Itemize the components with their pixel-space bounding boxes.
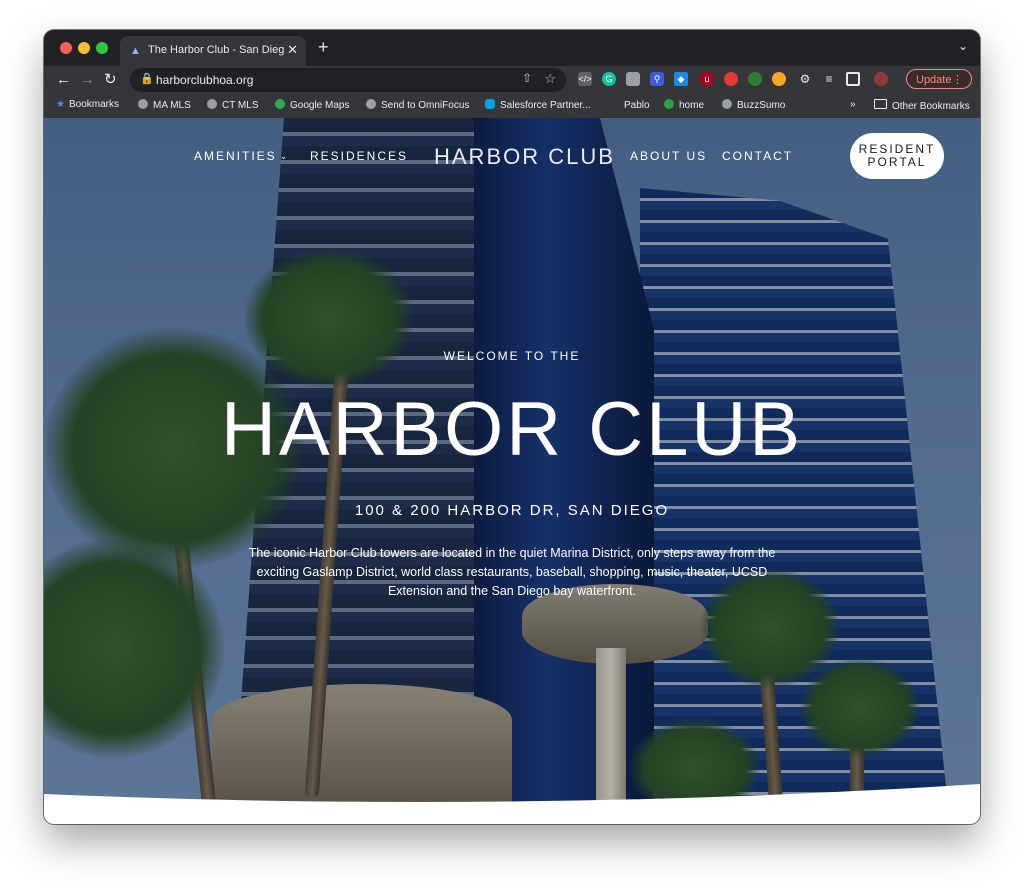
hero-description: The iconic Harbor Club towers are locate… xyxy=(248,546,776,598)
chevron-down-icon: ⌄ xyxy=(279,151,290,161)
new-tab-icon[interactable]: + xyxy=(318,37,329,58)
share-icon[interactable]: ⇧ xyxy=(522,71,532,85)
site-logo[interactable]: HARBOR CLUB xyxy=(434,144,615,170)
cloud-icon xyxy=(485,99,495,109)
slash-icon xyxy=(609,99,619,109)
diamond-extension-icon[interactable]: ◆ xyxy=(674,72,688,86)
hero-bottom-wave xyxy=(44,784,980,824)
honey-extension-icon[interactable] xyxy=(772,72,786,86)
star-icon: ★ xyxy=(56,99,65,110)
update-label: Update xyxy=(916,74,952,86)
globe-icon xyxy=(366,99,376,109)
globe-icon xyxy=(207,99,217,109)
bookmarks-overflow-icon[interactable]: » xyxy=(850,99,856,110)
browser-toolbar: ← → ↻ 🔒 harborclubhoa.org ⇧ ☆ </> G ⚲ ◆ … xyxy=(44,66,980,94)
bookmarks-bar: ★ Bookmarks MA MLS CT MLS Google Maps Sen… xyxy=(44,94,980,119)
profile-avatar[interactable] xyxy=(874,72,888,86)
reload-icon[interactable]: ↻ xyxy=(104,70,117,90)
maximize-window-button[interactable] xyxy=(96,42,108,54)
evernote-extension-icon[interactable] xyxy=(748,72,762,86)
pokeball-extension-icon[interactable] xyxy=(724,72,738,86)
resident-portal-button[interactable]: RESIDENT PORTAL xyxy=(850,133,944,179)
hero-address: 100 & 200 HARBOR DR, SAN DIEGO xyxy=(354,502,670,519)
bookmark-item-salesforce[interactable]: Salesforce Partner... xyxy=(485,99,591,111)
forward-arrow-icon[interactable]: → xyxy=(80,70,95,90)
map-pin-icon xyxy=(275,99,285,109)
browser-window: ▲ The Harbor Club - San Diego, C ✕ + ⌄ ←… xyxy=(44,30,980,824)
tab-strip: ▲ The Harbor Club - San Diego, C ✕ + ⌄ xyxy=(44,30,980,66)
extensions-puzzle-icon[interactable]: ⚙ xyxy=(798,72,812,86)
devtools-extension-icon[interactable]: </> xyxy=(578,72,592,86)
lock-icon: 🔒 xyxy=(140,73,154,85)
site-favicon-icon: ▲ xyxy=(130,45,141,57)
bookmark-star-icon[interactable]: ☆ xyxy=(544,71,556,87)
ublock-extension-icon[interactable]: u xyxy=(700,72,714,86)
website-viewport: AMENITIES ⌄ RESIDENCES HARBOR CLUB ABOUT … xyxy=(44,118,980,824)
nav-amenities[interactable]: AMENITIES ⌄ xyxy=(194,149,289,163)
bookmark-item-ct-mls[interactable]: CT MLS xyxy=(207,99,259,111)
bookmark-item-home[interactable]: home xyxy=(664,99,704,111)
other-bookmarks[interactable]: Other Bookmarks xyxy=(874,99,970,112)
bookmark-item-ma-mls[interactable]: MA MLS xyxy=(138,99,191,111)
bookmark-item-bookmarks[interactable]: ★ Bookmarks xyxy=(56,99,119,110)
globe-icon xyxy=(722,99,732,109)
home-leaf-icon xyxy=(664,99,674,109)
bookmark-item-pablo[interactable]: Pablo xyxy=(609,99,650,111)
side-panel-icon[interactable] xyxy=(846,72,860,86)
bookmark-item-buzzsumo[interactable]: BuzzSumo xyxy=(722,99,785,111)
bookmark-item-omnifocus[interactable]: Send to OmniFocus xyxy=(366,99,469,111)
globe-icon xyxy=(138,99,148,109)
portal-label-line2: PORTAL xyxy=(867,155,927,169)
grammarly-extension-icon[interactable]: G xyxy=(602,72,616,86)
active-tab[interactable]: ▲ The Harbor Club - San Diego, C ✕ xyxy=(120,36,306,66)
tab-close-icon[interactable]: ✕ xyxy=(287,42,298,58)
nav-about-us[interactable]: ABOUT US xyxy=(630,149,707,163)
address-url: harborclubhoa.org xyxy=(156,73,254,87)
menu-dots-icon: ⋮ xyxy=(952,74,963,86)
reading-list-icon[interactable]: ≡ xyxy=(822,72,836,86)
minimize-window-button[interactable] xyxy=(78,42,90,54)
folder-icon xyxy=(874,99,887,109)
reader-extension-icon[interactable] xyxy=(626,72,640,86)
bookmark-item-google-maps[interactable]: Google Maps xyxy=(275,99,349,111)
back-arrow-icon[interactable]: ← xyxy=(56,70,71,90)
search-extension-icon[interactable]: ⚲ xyxy=(650,72,664,86)
nav-residences[interactable]: RESIDENCES xyxy=(310,149,408,163)
close-window-button[interactable] xyxy=(60,42,72,54)
address-bar[interactable]: 🔒 harborclubhoa.org ⇧ ☆ xyxy=(130,68,566,92)
hero-title: HARBOR CLUB xyxy=(221,387,803,472)
tab-title: The Harbor Club - San Diego, C xyxy=(148,44,284,56)
update-button[interactable]: Update ⋮ xyxy=(906,69,972,89)
hero-kicker: WELCOME TO THE xyxy=(443,349,581,363)
tab-search-chevron-icon[interactable]: ⌄ xyxy=(958,39,968,53)
nav-contact[interactable]: CONTACT xyxy=(722,149,793,163)
